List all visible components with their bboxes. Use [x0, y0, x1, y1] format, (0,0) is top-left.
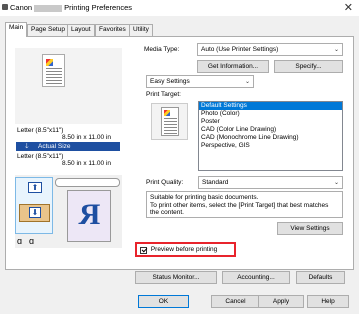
window-title-prefix: Canon — [10, 3, 33, 12]
preview-before-printing-checkbox[interactable] — [140, 246, 147, 254]
actual-size-label: Actual Size — [38, 143, 71, 150]
print-target-label: Print Target: — [146, 91, 181, 98]
arrow-down-icon: 🡓 — [25, 143, 29, 150]
print-target-list[interactable]: Default Settings Photo (Color) Poster CA… — [198, 101, 343, 171]
redacted-printer-name — [34, 4, 63, 12]
spools-icon-2: ɑ — [29, 236, 35, 246]
tab-utility[interactable]: Utility — [129, 24, 153, 36]
print-target-icon — [151, 103, 188, 140]
cassette-down-icon: ⬇ — [29, 207, 41, 218]
paper-roll-icon — [55, 178, 120, 187]
list-item[interactable]: Perspective, GIS — [199, 142, 342, 150]
spools-icon: ɑ — [17, 236, 23, 246]
output-page-icon: R — [67, 190, 111, 242]
output-size-dimensions: 8.50 in x 11.00 in — [62, 160, 112, 167]
page-thumbnail — [42, 54, 65, 87]
help-button[interactable]: Help — [307, 295, 349, 308]
thumbnail-image — [46, 59, 53, 66]
window-title: Canon Printing Preferences — [10, 3, 132, 12]
title-bar: Canon Printing Preferences ✕ — [0, 0, 359, 16]
settings-mode-value: Easy Settings — [150, 78, 190, 85]
accounting-button[interactable]: Accounting... — [222, 271, 290, 284]
paper-size-label: Letter (8.5"x11") — [17, 127, 64, 134]
tab-favorites[interactable]: Favorites — [95, 24, 130, 36]
output-size-label: Letter (8.5"x11") — [17, 153, 64, 160]
apply-button[interactable]: Apply — [258, 295, 304, 308]
doc-lines — [164, 118, 177, 134]
media-type-value: Auto (Use Printer Settings) — [201, 46, 279, 53]
preview-before-printing-checkbox-row[interactable]: Preview before printing — [140, 246, 217, 255]
list-item[interactable]: Default Settings — [199, 102, 342, 110]
chevron-down-icon: ⌄ — [333, 47, 339, 53]
cancel-button[interactable]: Cancel — [211, 295, 260, 308]
print-quality-select[interactable]: Standard ⌄ — [198, 176, 343, 189]
printer-app-icon — [2, 4, 8, 10]
paper-feed-panel: ⬆ ⬇ — [15, 177, 53, 234]
cassette-drawer: ⬇ — [19, 204, 50, 222]
close-icon[interactable]: ✕ — [344, 1, 353, 14]
tab-main[interactable]: Main — [5, 22, 28, 37]
view-settings-button[interactable]: View Settings — [277, 222, 343, 235]
printer-illustration: ⬆ ⬇ R ɑ ɑ — [15, 175, 122, 248]
description-text: Suitable for printing basic documents. T… — [146, 191, 343, 218]
defaults-button[interactable]: Defaults — [296, 271, 345, 284]
status-monitor-button[interactable]: Status Monitor... — [135, 271, 217, 284]
list-item[interactable]: Photo (Color) — [199, 110, 342, 118]
mirrored-letter-r: R — [78, 198, 101, 231]
list-item[interactable]: CAD (Monochrome Line Drawing) — [199, 134, 342, 142]
list-item[interactable]: CAD (Color Line Drawing) — [199, 126, 342, 134]
media-type-label: Media Type: — [144, 46, 180, 53]
actual-size-bar: 🡓 Actual Size — [16, 142, 120, 151]
tab-page-setup[interactable]: Page Setup — [27, 24, 69, 36]
paper-size-dimensions: 8.50 in x 11.00 in — [62, 134, 112, 141]
list-item[interactable]: Poster — [199, 118, 342, 126]
chevron-down-icon: ⌄ — [244, 79, 250, 85]
print-quality-value: Standard — [202, 179, 229, 186]
tab-layout[interactable]: Layout — [67, 24, 95, 36]
thumbnail-text-lines — [46, 68, 62, 84]
specify-button[interactable]: Specify... — [274, 60, 343, 73]
page-preview — [15, 48, 122, 124]
doc-image — [164, 110, 170, 116]
preview-before-printing-label: Preview before printing — [150, 246, 218, 253]
window-title-suffix: Printing Preferences — [64, 3, 133, 12]
media-type-select[interactable]: Auto (Use Printer Settings) ⌄ — [197, 43, 343, 56]
print-quality-label: Print Quality: — [146, 179, 184, 186]
chevron-down-icon: ⌄ — [333, 180, 339, 186]
get-information-button[interactable]: Get Information... — [197, 60, 269, 73]
ok-button[interactable]: OK — [138, 295, 189, 308]
document-icon — [161, 107, 179, 136]
settings-mode-select[interactable]: Easy Settings ⌄ — [146, 75, 254, 88]
rear-tray-up-icon: ⬆ — [28, 182, 42, 193]
